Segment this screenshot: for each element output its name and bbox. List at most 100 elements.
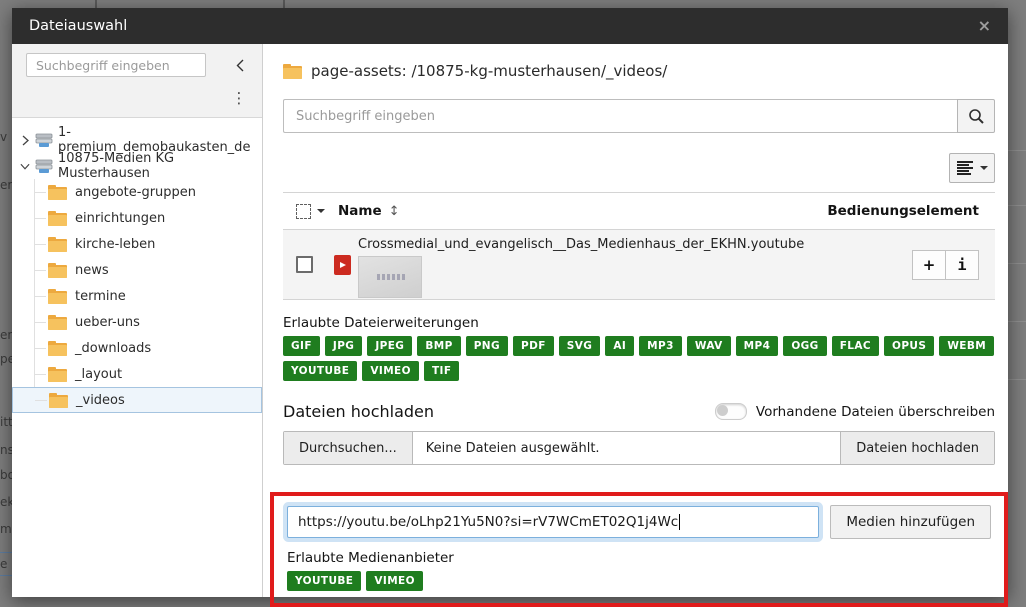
tree-item-layout[interactable]: _layout	[12, 361, 262, 387]
view-mode-button[interactable]	[949, 153, 995, 183]
column-header-name[interactable]: Name ↕	[338, 203, 400, 219]
view-options-row	[283, 153, 995, 183]
tree-item-videos[interactable]: _videos	[12, 387, 262, 413]
youtube-file-icon	[334, 255, 351, 275]
tree-item-label: 10875-Medien KG Musterhausen	[58, 151, 262, 181]
storage-icon	[35, 133, 53, 148]
file-cell: Crossmedial_und_evangelisch__Das_Medienh…	[358, 230, 804, 298]
tree-item-kirche-leben[interactable]: kirche-leben	[12, 231, 262, 257]
allowed-extensions-label: Erlaubte Dateierweiterungen	[283, 315, 995, 331]
extension-badge: JPG	[325, 336, 362, 356]
extension-badge: WAV	[687, 336, 731, 356]
provider-badge: VIMEO	[366, 571, 423, 591]
backdrop-text-fragment: m	[0, 522, 12, 536]
collapse-sidebar-button[interactable]	[231, 56, 249, 74]
file-info-button[interactable]: i	[945, 250, 979, 280]
chevron-right-icon[interactable]	[20, 135, 30, 146]
backdrop-line	[1008, 205, 1026, 206]
folder-icon	[283, 64, 302, 79]
selected-files-status: Keine Dateien ausgewählt.	[413, 432, 841, 464]
current-folder-path: page-assets: /10875-kg-musterhausen/_vid…	[283, 62, 995, 80]
extension-badge: WEBM	[939, 336, 994, 356]
overwrite-toggle-group: Vorhandene Dateien überschreiben	[715, 403, 995, 420]
sidebar-toolbar: ⋮	[12, 44, 262, 118]
tree-item-ueber-uns[interactable]: ueber-uns	[12, 309, 262, 335]
upload-files-button[interactable]: Dateien hochladen	[840, 432, 994, 464]
file-search-input[interactable]	[283, 99, 957, 133]
extension-badge: OPUS	[884, 336, 934, 356]
column-header-control: Bedienungselement	[827, 203, 979, 219]
backdrop-text-fragment: v	[0, 130, 12, 144]
tree-item-news[interactable]: news	[12, 257, 262, 283]
upload-section-header: Dateien hochladen Vorhandene Dateien übe…	[283, 402, 995, 421]
folder-tree: 1-premium_demobaukasten_de 10875-Medien …	[12, 118, 262, 597]
folder-icon	[48, 237, 67, 252]
folder-icon	[48, 185, 67, 200]
text-cursor	[679, 514, 680, 530]
tree-item-label: termine	[75, 289, 126, 304]
backdrop-text-fragment: bo	[0, 468, 12, 482]
allowed-providers-label: Erlaubte Medienanbieter	[287, 550, 991, 566]
add-file-button[interactable]: +	[912, 250, 946, 280]
tree-item-einrichtungen[interactable]: einrichtungen	[12, 205, 262, 231]
backdrop-line	[1008, 379, 1026, 380]
tree-item-label: _downloads	[75, 341, 151, 356]
backdrop-text-fragment: en	[0, 328, 12, 342]
backdrop-line	[283, 0, 285, 8]
tree-item-storage-musterhausen[interactable]: 10875-Medien KG Musterhausen	[12, 153, 262, 179]
backdrop-text-fragment: ns	[0, 443, 12, 457]
tree-item-angebote-gruppen[interactable]: angebote-gruppen	[12, 179, 262, 205]
search-icon	[968, 108, 985, 125]
overwrite-toggle[interactable]	[715, 403, 747, 420]
file-name[interactable]: Crossmedial_und_evangelisch__Das_Medienh…	[358, 237, 804, 252]
close-icon[interactable]: ×	[978, 18, 991, 34]
tree-search-input[interactable]	[26, 53, 206, 77]
extension-badge: SVG	[559, 336, 601, 356]
chevron-left-icon	[236, 59, 244, 72]
file-thumbnail	[358, 256, 422, 298]
extension-badge: VIMEO	[362, 361, 419, 381]
allowed-providers-badges: YOUTUBE VIMEO	[287, 571, 991, 591]
backdrop-line	[1008, 150, 1026, 151]
selection-dropdown-icon[interactable]	[317, 209, 325, 217]
backdrop-text-fragment: itt	[0, 415, 12, 429]
folder-icon	[48, 289, 67, 304]
tree-item-label: einrichtungen	[75, 211, 165, 226]
extension-badge: MP3	[639, 336, 682, 356]
tree-item-storage-demobaukasten[interactable]: 1-premium_demobaukasten_de	[12, 127, 262, 153]
media-url-row: https://youtu.be/oLhp21Yu5N0?si=rV7WCmET…	[287, 505, 991, 539]
chevron-down-icon[interactable]	[20, 163, 30, 170]
tree-item-label: kirche-leben	[75, 237, 155, 252]
extension-badge: JPEG	[367, 336, 412, 356]
media-url-value: https://youtu.be/oLhp21Yu5N0?si=rV7WCmET…	[298, 514, 678, 530]
row-checkbox[interactable]	[296, 256, 313, 273]
add-media-section-highlighted: https://youtu.be/oLhp21Yu5N0?si=rV7WCmET…	[270, 492, 1008, 607]
extension-badge: AI	[605, 336, 634, 356]
browse-files-button[interactable]: Durchsuchen...	[284, 432, 413, 464]
backdrop-line	[1008, 263, 1026, 264]
tree-item-label: angebote-gruppen	[75, 185, 196, 200]
provider-badge: YOUTUBE	[287, 571, 361, 591]
kebab-menu-icon[interactable]: ⋮	[230, 88, 248, 108]
sort-icon: ↕	[389, 204, 400, 219]
folder-icon	[48, 315, 67, 330]
backdrop-text-fragment: er	[0, 178, 12, 192]
tree-item-label: _videos	[76, 393, 125, 408]
chevron-down-icon	[980, 166, 988, 174]
extension-badge: YOUTUBE	[283, 361, 357, 381]
backdrop-text-fragment: pe	[0, 352, 12, 366]
upload-heading: Dateien hochladen	[283, 402, 434, 421]
folder-icon	[49, 393, 68, 408]
file-upload-group: Durchsuchen... Keine Dateien ausgewählt.…	[283, 431, 995, 465]
file-search-bar	[283, 99, 995, 133]
path-text: page-assets: /10875-kg-musterhausen/_vid…	[311, 62, 667, 80]
media-url-input[interactable]: https://youtu.be/oLhp21Yu5N0?si=rV7WCmET…	[287, 506, 819, 538]
tree-item-termine[interactable]: termine	[12, 283, 262, 309]
folder-icon	[48, 263, 67, 278]
folder-icon	[48, 341, 67, 356]
tree-item-downloads[interactable]: _downloads	[12, 335, 262, 361]
search-button[interactable]	[957, 99, 995, 133]
select-all-checkbox[interactable]	[296, 204, 311, 219]
add-media-button[interactable]: Medien hinzufügen	[830, 505, 991, 539]
backdrop-line	[95, 0, 97, 8]
